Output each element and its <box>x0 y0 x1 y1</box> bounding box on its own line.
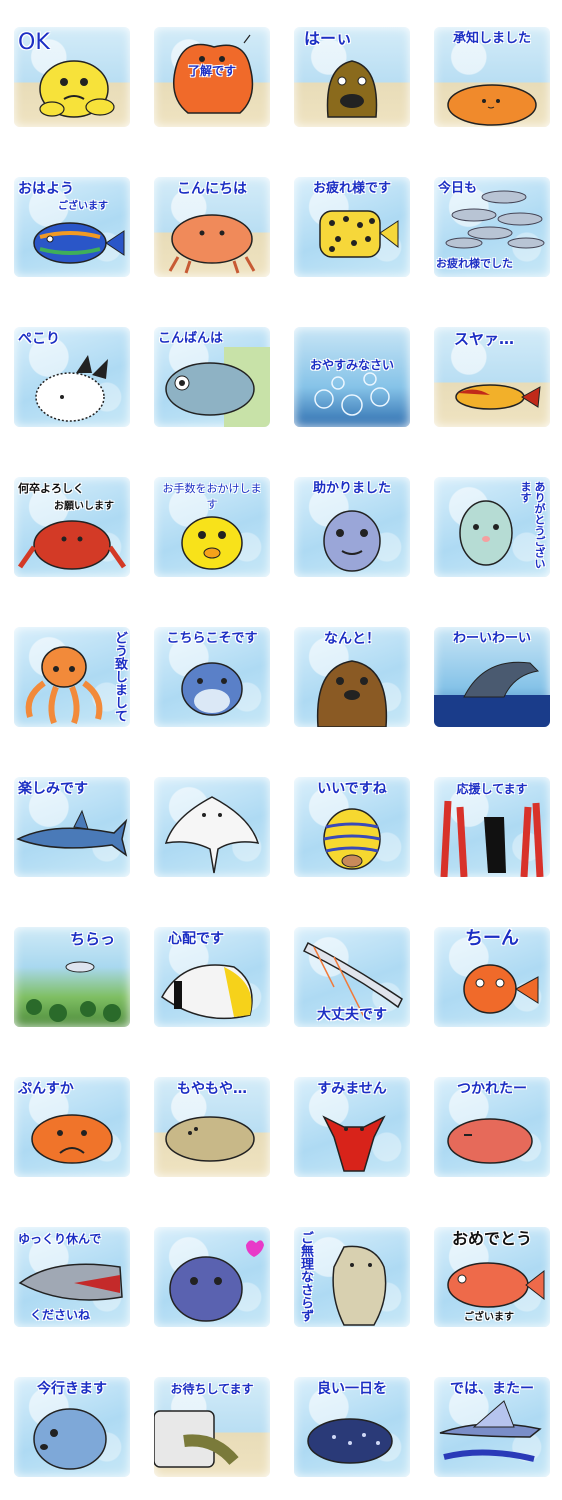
sticker-caption: 今行きます <box>37 1381 107 1397</box>
sticker-ryoukai[interactable]: 了解です <box>154 27 270 127</box>
sticker-daijoubu[interactable]: 大丈夫です <box>294 927 410 1027</box>
sticker-tanoshimi[interactable]: 楽しみです <box>14 777 130 877</box>
sticker-imaikimasu[interactable]: 今行きます <box>14 1377 130 1477</box>
sticker-subcaption: ございます <box>464 1312 514 1323</box>
sticker-caption: お疲れ様です <box>312 181 391 196</box>
sticker-otsukaresama[interactable]: お疲れ様です <box>294 177 410 277</box>
sticker-caption: ありがとうございます <box>519 481 546 569</box>
stingray-icon <box>164 796 260 874</box>
sticker-chiin[interactable]: ちーん <box>434 927 550 1027</box>
sticker-caption: 心配です <box>168 931 224 947</box>
sticker-chira[interactable]: ちらっ <box>14 927 130 1027</box>
sticker-konbanwa[interactable]: こんばんは <box>154 327 270 427</box>
sticker-kyoumo[interactable]: 今日も お疲れ様でした <box>434 177 550 277</box>
sticker-caption: ぺこり <box>18 331 60 347</box>
sticker-subcaption: くださいね <box>30 1308 91 1322</box>
sticker-pekori[interactable]: ぺこり <box>14 327 130 427</box>
sticker-nanitozo[interactable]: 何卒よろしく お願いします <box>14 477 130 577</box>
sticker-sumimasen[interactable]: すみません <box>294 1077 410 1177</box>
sticker-stingray[interactable] <box>154 777 270 877</box>
sticker-moyamoya[interactable]: もやもや… <box>154 1077 270 1177</box>
sticker-dewamata[interactable]: では、またー <box>434 1377 550 1477</box>
sticker-caption: ご無理なさらず <box>298 1231 313 1322</box>
sticker-caption: すみません <box>317 1081 387 1097</box>
sticker-caption: いいですね <box>317 781 387 797</box>
sticker-yukkuri[interactable]: ゆっくり休んで くださいね <box>14 1227 130 1327</box>
sticker-ohayou[interactable]: おはよう ございます <box>14 177 130 277</box>
sticker-caption: お待ちしてます <box>170 1382 254 1396</box>
sticker-douitashimashite[interactable]: どう致しまして <box>14 627 130 727</box>
sticker-omachi[interactable]: お待ちしてます <box>154 1377 270 1477</box>
sticker-shinpai[interactable]: 心配です <box>154 927 270 1027</box>
sticker-gomuri[interactable]: ご無理なさらず <box>294 1227 410 1327</box>
sticker-arigatou[interactable]: ありがとうございます <box>434 477 550 577</box>
sticker-tsukareta[interactable]: つかれたー <box>434 1077 550 1177</box>
sticker-caption: OK <box>18 30 50 55</box>
sticker-caption: 応援してます <box>456 782 528 796</box>
sticker-caption: スヤァ… <box>454 330 515 348</box>
sticker-konnichiwa[interactable]: こんにちは <box>154 177 270 277</box>
sticker-omedetou[interactable]: おめでとう ございます <box>434 1227 550 1327</box>
sticker-caption: こちらこそです <box>166 631 258 646</box>
sticker-punsuka[interactable]: ぷんすか <box>14 1077 130 1177</box>
sticker-shouchi[interactable]: 承知しました <box>434 27 550 127</box>
sticker-caption: ちらっ <box>70 930 116 948</box>
sticker-caption: こんばんは <box>158 331 224 346</box>
sticker-caption: では、またー <box>450 1381 534 1397</box>
sticker-grid: OK 了解です はーぃ 承知しました おはよう ございます こんにちは お疲れ様… <box>0 0 562 1500</box>
sticker-caption: 楽しみです <box>18 781 88 797</box>
sticker-suyaa[interactable]: スヤァ… <box>434 327 550 427</box>
sticker-caption: 今日も <box>438 181 478 196</box>
purple-fish-heart-icon <box>169 1240 264 1322</box>
sticker-caption: わーいわーい <box>452 631 531 646</box>
sticker-otesuu[interactable]: お手数をおかけします <box>154 477 270 577</box>
sticker-caption: 了解です <box>187 64 236 78</box>
sticker-caption: はーぃ <box>304 29 353 48</box>
sticker-caption: 良い一日を <box>317 1381 387 1397</box>
sticker-caption: 大丈夫です <box>317 1007 387 1023</box>
sticker-caption: なんと！ <box>324 631 380 647</box>
sticker-ouen[interactable]: 応援してます <box>434 777 550 877</box>
sticker-caption: こんにちは <box>177 181 247 197</box>
sticker-haai[interactable]: はーぃ <box>294 27 410 127</box>
sticker-caption: おはよう <box>18 181 74 197</box>
sticker-subcaption: ございます <box>58 201 108 212</box>
sticker-tasukarimashita[interactable]: 助かりました <box>294 477 410 577</box>
sticker-caption: どう致しまして <box>112 631 127 722</box>
sticker-subcaption: お願いします <box>54 501 114 512</box>
jellyfish-icon <box>314 372 390 416</box>
sticker-caption: 承知しました <box>452 31 531 46</box>
sticker-caption: ぷんすか <box>18 1081 74 1097</box>
sticker-caption: つかれたー <box>457 1081 527 1097</box>
sticker-yoiichinichi[interactable]: 良い一日を <box>294 1377 410 1477</box>
sticker-caption: お手数をおかけします <box>162 482 262 511</box>
sticker-kochirakoso[interactable]: こちらこそです <box>154 627 270 727</box>
sticker-waiwai[interactable]: わーいわーい <box>434 627 550 727</box>
sticker-caption: 何卒よろしく <box>18 482 84 495</box>
sticker-iidesune[interactable]: いいですね <box>294 777 410 877</box>
sticker-heart[interactable] <box>154 1227 270 1327</box>
sticker-caption: おやすみなさい <box>309 358 394 372</box>
sticker-oyasuminasai[interactable]: おやすみなさい <box>294 327 410 427</box>
sticker-caption: おめでとう <box>451 1229 532 1248</box>
sticker-caption: もやもや… <box>177 1081 247 1097</box>
sticker-caption: 助かりました <box>312 481 391 496</box>
sticker-subcaption: お疲れ様でした <box>436 257 513 270</box>
sticker-nanto[interactable]: なんと！ <box>294 627 410 727</box>
sticker-ok[interactable]: OK <box>14 27 130 127</box>
sticker-caption: ちーん <box>465 928 519 949</box>
sticker-caption: ゆっくり休んで <box>18 1232 102 1246</box>
